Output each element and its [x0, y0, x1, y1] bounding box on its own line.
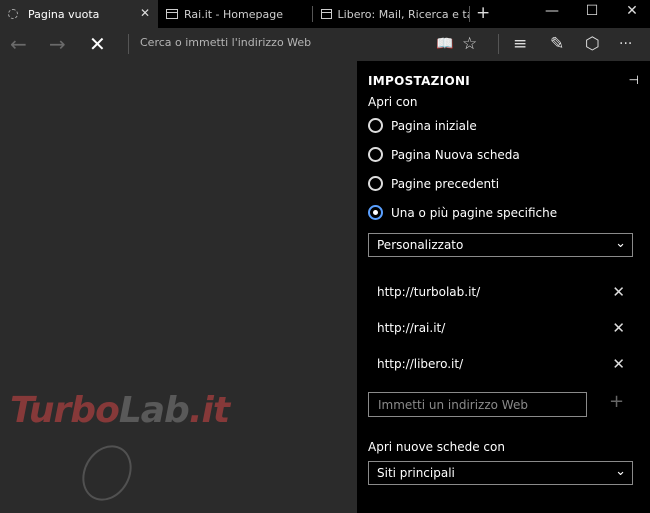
new-tabs-label: Apri nuove schede con	[368, 440, 505, 454]
select-value: Siti principali	[377, 466, 455, 480]
radio-specific-pages[interactable]: Una o più pagine specifiche	[368, 205, 557, 220]
tab-title: Pagina vuota	[28, 7, 100, 21]
address-divider	[128, 34, 129, 54]
url-list-item: http://libero.it/ ✕	[368, 355, 633, 375]
add-url-input[interactable]: Immetti un indirizzo Web	[368, 392, 587, 417]
radio-icon	[368, 118, 383, 133]
url-text: http://libero.it/	[377, 357, 464, 371]
maximize-button[interactable]: ☐	[572, 3, 612, 19]
settings-panel: IMPOSTAZIONI ⊣ Apri con Pagina iniziale …	[357, 61, 650, 513]
tab-pagina-vuota[interactable]: Pagina vuota ✕	[0, 0, 158, 28]
new-tabs-select[interactable]: Siti principali ⌄	[368, 461, 633, 485]
tab-close-icon[interactable]: ✕	[140, 6, 150, 20]
radio-icon	[368, 147, 383, 162]
radio-previous-pages[interactable]: Pagine precedenti	[368, 176, 499, 191]
tab-divider	[469, 6, 470, 22]
radio-new-tab-page[interactable]: Pagina Nuova scheda	[368, 147, 520, 162]
address-bar: ← → ✕ Cerca o immetti l'indirizzo Web 📖 …	[0, 28, 650, 61]
url-text: http://turbolab.it/	[377, 285, 481, 299]
page-icon	[321, 9, 332, 19]
web-note-icon[interactable]: ✎	[550, 33, 564, 55]
pin-icon[interactable]: ⊣	[629, 73, 639, 87]
url-list-item: http://rai.it/ ✕	[368, 319, 633, 339]
add-url-button[interactable]: +	[609, 391, 624, 412]
panel-title: IMPOSTAZIONI	[368, 74, 471, 88]
chevron-down-icon: ⌄	[615, 236, 626, 251]
forward-button[interactable]: →	[49, 33, 66, 55]
radio-checked-icon	[368, 205, 383, 220]
stop-button[interactable]: ✕	[89, 33, 106, 55]
remove-url-icon[interactable]: ✕	[612, 283, 625, 301]
page-content	[0, 61, 357, 513]
tab-title: Libero: Mail, Ricerca e tanto	[337, 7, 469, 21]
custom-pages-select[interactable]: Personalizzato ⌄	[368, 233, 633, 257]
back-button[interactable]: ←	[10, 33, 27, 55]
tab-rai[interactable]: Rai.it - Homepage	[158, 0, 312, 28]
share-icon[interactable]: ⬡	[585, 33, 600, 55]
new-tab-button[interactable]: +	[476, 3, 490, 23]
radio-label: Pagina Nuova scheda	[391, 147, 520, 162]
url-list-item: http://turbolab.it/ ✕	[368, 283, 633, 303]
page-icon	[166, 9, 178, 19]
watermark-logo: TurboLab.it	[10, 390, 230, 431]
radio-label: Pagina iniziale	[391, 118, 477, 133]
favorite-star-icon[interactable]: ☆	[462, 33, 477, 55]
select-value: Personalizzato	[377, 238, 464, 252]
radio-icon	[368, 176, 383, 191]
url-text: http://rai.it/	[377, 321, 446, 335]
tab-strip: Pagina vuota ✕ Rai.it - Homepage Libero:…	[0, 0, 650, 28]
radio-start-page[interactable]: Pagina iniziale	[368, 118, 477, 133]
radio-label: Pagine precedenti	[391, 176, 500, 191]
tab-libero[interactable]: Libero: Mail, Ricerca e tanto	[313, 0, 469, 28]
remove-url-icon[interactable]: ✕	[612, 355, 625, 373]
radio-label: Una o più pagine specifiche	[391, 205, 558, 220]
open-with-label: Apri con	[368, 95, 418, 109]
toolbar-divider	[498, 34, 499, 54]
reading-view-icon[interactable]: 📖	[436, 33, 453, 55]
more-icon[interactable]: ···	[619, 33, 632, 55]
remove-url-icon[interactable]: ✕	[612, 319, 625, 337]
hub-icon[interactable]: ≡	[513, 33, 527, 55]
address-input[interactable]: Cerca o immetti l'indirizzo Web	[140, 36, 311, 49]
minimize-button[interactable]: —	[532, 3, 572, 19]
chevron-down-icon: ⌄	[615, 464, 626, 479]
close-window-button[interactable]: ✕	[612, 3, 650, 19]
tab-title: Rai.it - Homepage	[184, 7, 283, 21]
loading-spinner-icon	[8, 9, 18, 19]
